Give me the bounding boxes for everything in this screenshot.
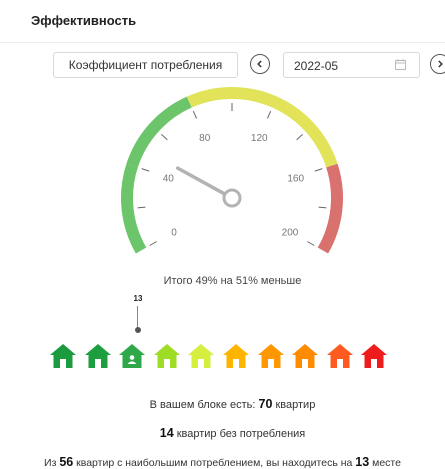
no-consumption-text: 14 квартир без потребления — [0, 426, 445, 440]
gauge-tick-label: 0 — [171, 228, 177, 239]
house-icon — [84, 343, 112, 374]
house-icon — [222, 343, 250, 374]
block-flats-suffix: квартир — [272, 399, 316, 411]
house-icon — [187, 343, 215, 374]
gauge-tick-label: 160 — [287, 173, 304, 184]
house-icon — [360, 343, 388, 374]
gauge-tick-label: 80 — [199, 133, 211, 144]
gauge-needle-hub — [222, 188, 242, 208]
gauge-tick-label: 200 — [282, 228, 299, 239]
ranking-text-c: месте — [369, 457, 401, 469]
gauge-tick — [141, 168, 150, 172]
ranking-top-count: 56 — [59, 455, 74, 469]
gauge-tick — [161, 134, 168, 141]
gauge-needle — [175, 166, 225, 195]
block-flats-prefix: В вашем блоке есть: — [149, 399, 259, 411]
gauge-tick — [307, 241, 315, 246]
gauge-tick — [266, 111, 272, 119]
ranking-text-a: Из — [44, 457, 60, 469]
gauge-tick-label: 40 — [163, 173, 175, 184]
no-consumption-count: 14 — [159, 426, 174, 440]
house-icon — [326, 343, 354, 374]
rank-marker-label: 13 — [133, 294, 143, 303]
block-flats-count: 70 — [258, 397, 273, 411]
consumption-gauge: 0 40 80 120 160 200 — [121, 87, 343, 254]
house-icon — [153, 343, 181, 374]
gauge-tick — [314, 168, 323, 172]
ranking-text-b: квартир с наибольшим потреблением, вы на… — [73, 457, 356, 469]
gauge-tick — [318, 206, 327, 209]
summary-text: Итого 49% на 51% меньше — [163, 275, 302, 287]
house-icon — [49, 343, 77, 374]
block-flats-text: В вашем блоке есть: 70 квартир — [0, 397, 445, 411]
house-icon — [257, 343, 285, 374]
ranking-position-text: Из 56 квартир с наибольшим потреблением,… — [0, 455, 445, 469]
ranking-place: 13 — [355, 455, 370, 469]
gauge-tick — [149, 241, 157, 246]
gauge-tick — [296, 134, 303, 141]
gauge-tick — [192, 111, 198, 119]
gauge-tick — [137, 206, 146, 209]
rank-marker-dot — [134, 327, 141, 333]
no-consumption-suffix: квартир без потребления — [173, 428, 306, 440]
house-icon — [291, 343, 319, 374]
gauge-band-low-2 — [126, 96, 192, 168]
gauge-tick-label: 120 — [251, 133, 268, 144]
house-current-icon — [118, 343, 146, 374]
gauge-band-mid — [186, 87, 338, 168]
